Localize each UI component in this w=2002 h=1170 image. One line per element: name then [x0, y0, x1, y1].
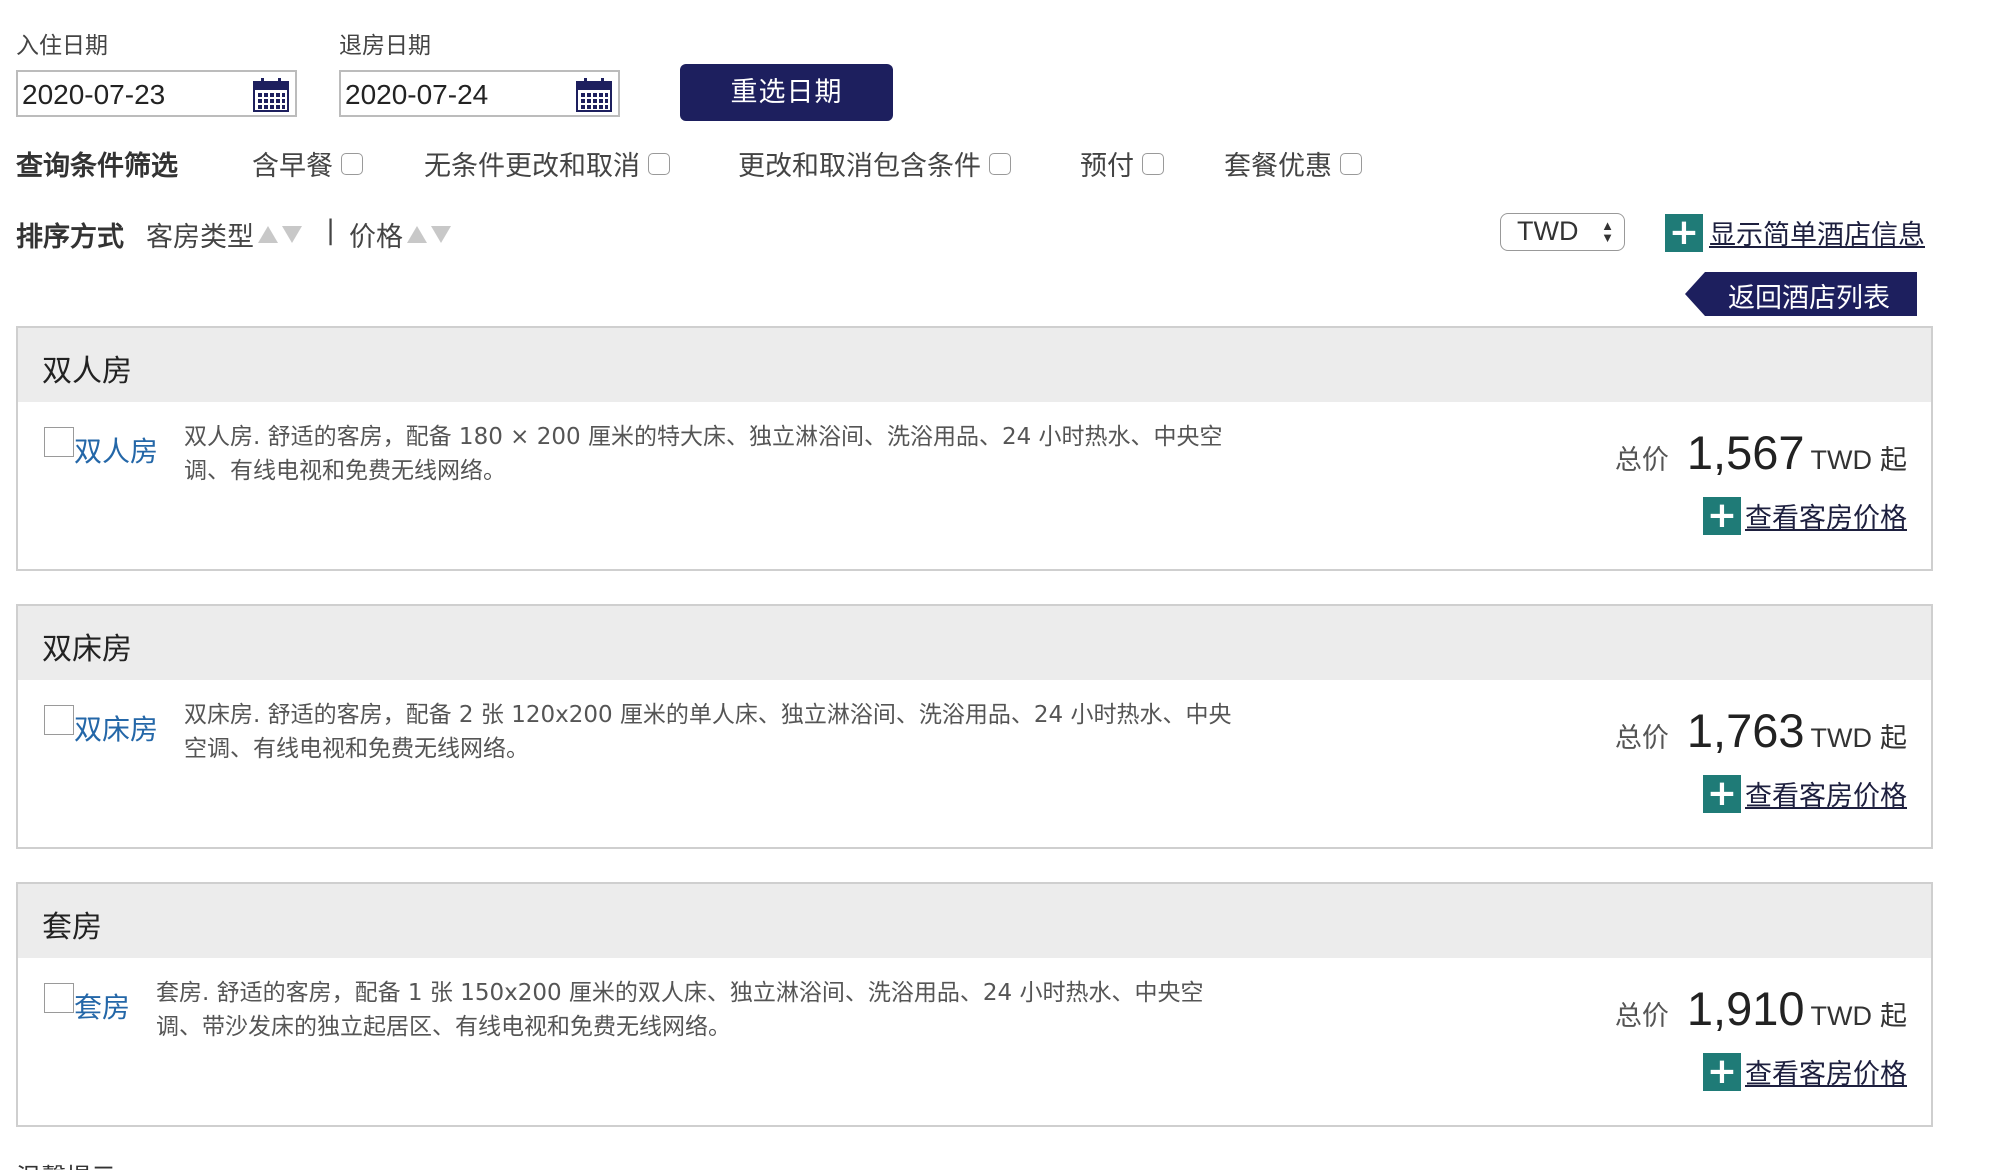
room-description-line: 套房. 舒适的客房，配备 1 张 150x200 厘米的双人床、独立淋浴间、洗浴… — [156, 980, 1204, 1006]
price-from-label: 起 — [1880, 1001, 1907, 1032]
room-card-header: 双床房 — [18, 606, 1931, 680]
view-room-rates-label[interactable]: 查看客房价格 — [1745, 774, 1907, 813]
sort-title: 排序方式 — [16, 222, 124, 253]
hotel-info-toggle[interactable]: + 显示简单酒店信息 — [1665, 213, 1925, 252]
sort-desc-icon[interactable] — [431, 226, 451, 243]
back-to-hotel-list-button[interactable]: 返回酒店列表 — [1685, 272, 1917, 316]
room-description-line: 双人房. 舒适的客房，配备 180 × 200 厘米的特大床、独立淋浴间、洗浴用… — [184, 424, 1223, 450]
filter-prepay[interactable]: 预付 — [1080, 144, 1164, 183]
filter-title: 查询条件筛选 — [16, 151, 178, 182]
price-currency: TWD — [1810, 723, 1872, 753]
filter-breakfast-label: 含早餐 — [252, 151, 333, 182]
total-price-label: 总价 — [1614, 1001, 1669, 1032]
filter-breakfast-checkbox[interactable] — [341, 152, 363, 175]
filter-breakfast[interactable]: 含早餐 — [252, 144, 363, 183]
filter-conditional-cancel[interactable]: 更改和取消包含条件 — [738, 144, 1011, 183]
select-arrows-icon: ▲ ▼ — [1601, 218, 1614, 245]
price-amount: 1,567 — [1686, 426, 1805, 479]
checkout-date-value: 2020-07-24 — [345, 79, 489, 110]
room-card-title: 双床房 — [42, 632, 132, 667]
checkin-label: 入住日期 — [16, 33, 108, 59]
sort-price-label: 价格 — [349, 222, 403, 253]
sort-asc-icon[interactable] — [407, 226, 427, 243]
hotel-info-link[interactable]: 显示简单酒店信息 — [1709, 213, 1925, 252]
price-currency: TWD — [1810, 1001, 1872, 1031]
view-room-rates-link[interactable]: + 查看客房价格 — [1703, 496, 1907, 535]
room-card-title: 双人房 — [42, 354, 132, 389]
price-from-label: 起 — [1880, 723, 1907, 754]
filter-free-cancel-label: 无条件更改和取消 — [424, 151, 640, 182]
filter-free-cancel-checkbox[interactable] — [648, 152, 670, 175]
room-name-link[interactable]: 双人房 — [74, 430, 158, 470]
price-currency: TWD — [1810, 445, 1872, 475]
view-room-rates-label[interactable]: 查看客房价格 — [1745, 496, 1907, 535]
price-from-label: 起 — [1880, 445, 1907, 476]
filter-free-cancel[interactable]: 无条件更改和取消 — [424, 144, 670, 183]
plus-icon[interactable]: + — [1703, 774, 1741, 813]
filter-prepay-label: 预付 — [1080, 151, 1134, 182]
filter-conditional-cancel-checkbox[interactable] — [989, 152, 1011, 175]
room-description-line: 空调、有线电视和免费无线网络。 — [184, 736, 529, 762]
price-amount: 1,763 — [1686, 704, 1805, 757]
currency-value: TWD — [1517, 216, 1579, 246]
filter-prepay-checkbox[interactable] — [1142, 152, 1164, 175]
currency-select[interactable]: TWD ▲ ▼ — [1500, 213, 1625, 251]
room-card-title: 套房 — [42, 910, 102, 945]
sort-price[interactable]: 价格 — [349, 215, 451, 254]
room-card: 双床房 双床房 双床房. 舒适的客房，配备 2 张 120x200 厘米的单人床… — [16, 604, 1933, 849]
room-card: 双人房 双人房 双人房. 舒适的客房，配备 180 × 200 厘米的特大床、独… — [16, 326, 1933, 571]
plus-icon[interactable]: + — [1703, 496, 1741, 535]
filter-package-checkbox[interactable] — [1340, 152, 1362, 175]
tips-heading: 温馨提示 — [16, 1158, 116, 1170]
room-description-line: 调、有线电视和免费无线网络。 — [184, 458, 506, 484]
calendar-icon[interactable] — [253, 78, 289, 112]
view-room-rates-link[interactable]: + 查看客房价格 — [1703, 774, 1907, 813]
room-name-link[interactable]: 套房 — [74, 986, 130, 1026]
view-room-rates-link[interactable]: + 查看客房价格 — [1703, 1052, 1907, 1091]
reselect-dates-button[interactable]: 重选日期 — [680, 64, 893, 121]
plus-icon[interactable]: + — [1665, 213, 1703, 252]
room-price: 总价 1,763 TWD 起 — [1615, 703, 1907, 758]
room-card-header: 双人房 — [18, 328, 1931, 402]
price-amount: 1,910 — [1686, 982, 1805, 1035]
checkout-label: 退房日期 — [339, 33, 431, 59]
room-card: 套房 套房 套房. 舒适的客房，配备 1 张 150x200 厘米的双人床、独立… — [16, 882, 1933, 1127]
filter-package[interactable]: 套餐优惠 — [1224, 144, 1362, 183]
room-description: 双人房. 舒适的客房，配备 180 × 200 厘米的特大床、独立淋浴间、洗浴用… — [184, 420, 1294, 488]
room-price: 总价 1,910 TWD 起 — [1615, 981, 1907, 1036]
room-description-line: 双床房. 舒适的客房，配备 2 张 120x200 厘米的单人床、独立淋浴间、洗… — [184, 702, 1232, 728]
room-select-checkbox[interactable] — [44, 427, 74, 457]
sort-room-type[interactable]: 客房类型 — [146, 215, 302, 254]
sort-room-type-label: 客房类型 — [146, 222, 254, 253]
sort-desc-icon[interactable] — [282, 226, 302, 243]
room-name-link[interactable]: 双床房 — [74, 708, 158, 748]
room-description: 套房. 舒适的客房，配备 1 张 150x200 厘米的双人床、独立淋浴间、洗浴… — [156, 976, 1266, 1044]
calendar-icon[interactable] — [576, 78, 612, 112]
room-price: 总价 1,567 TWD 起 — [1615, 425, 1907, 480]
total-price-label: 总价 — [1614, 723, 1669, 754]
checkout-date-field[interactable]: 2020-07-24 — [339, 70, 620, 117]
total-price-label: 总价 — [1614, 445, 1669, 476]
room-select-checkbox[interactable] — [44, 983, 74, 1013]
room-description: 双床房. 舒适的客房，配备 2 张 120x200 厘米的单人床、独立淋浴间、洗… — [184, 698, 1294, 766]
room-select-checkbox[interactable] — [44, 705, 74, 735]
filter-conditional-cancel-label: 更改和取消包含条件 — [738, 151, 981, 182]
view-room-rates-label[interactable]: 查看客房价格 — [1745, 1052, 1907, 1091]
filter-package-label: 套餐优惠 — [1224, 151, 1332, 182]
room-card-header: 套房 — [18, 884, 1931, 958]
sort-separator: | — [326, 215, 336, 246]
plus-icon[interactable]: + — [1703, 1052, 1741, 1091]
checkin-date-value: 2020-07-23 — [22, 79, 166, 110]
room-description-line: 调、带沙发床的独立起居区、有线电视和免费无线网络。 — [156, 1014, 731, 1040]
checkin-date-field[interactable]: 2020-07-23 — [16, 70, 297, 117]
sort-asc-icon[interactable] — [258, 226, 278, 243]
back-to-hotel-list-label: 返回酒店列表 — [1728, 283, 1890, 314]
